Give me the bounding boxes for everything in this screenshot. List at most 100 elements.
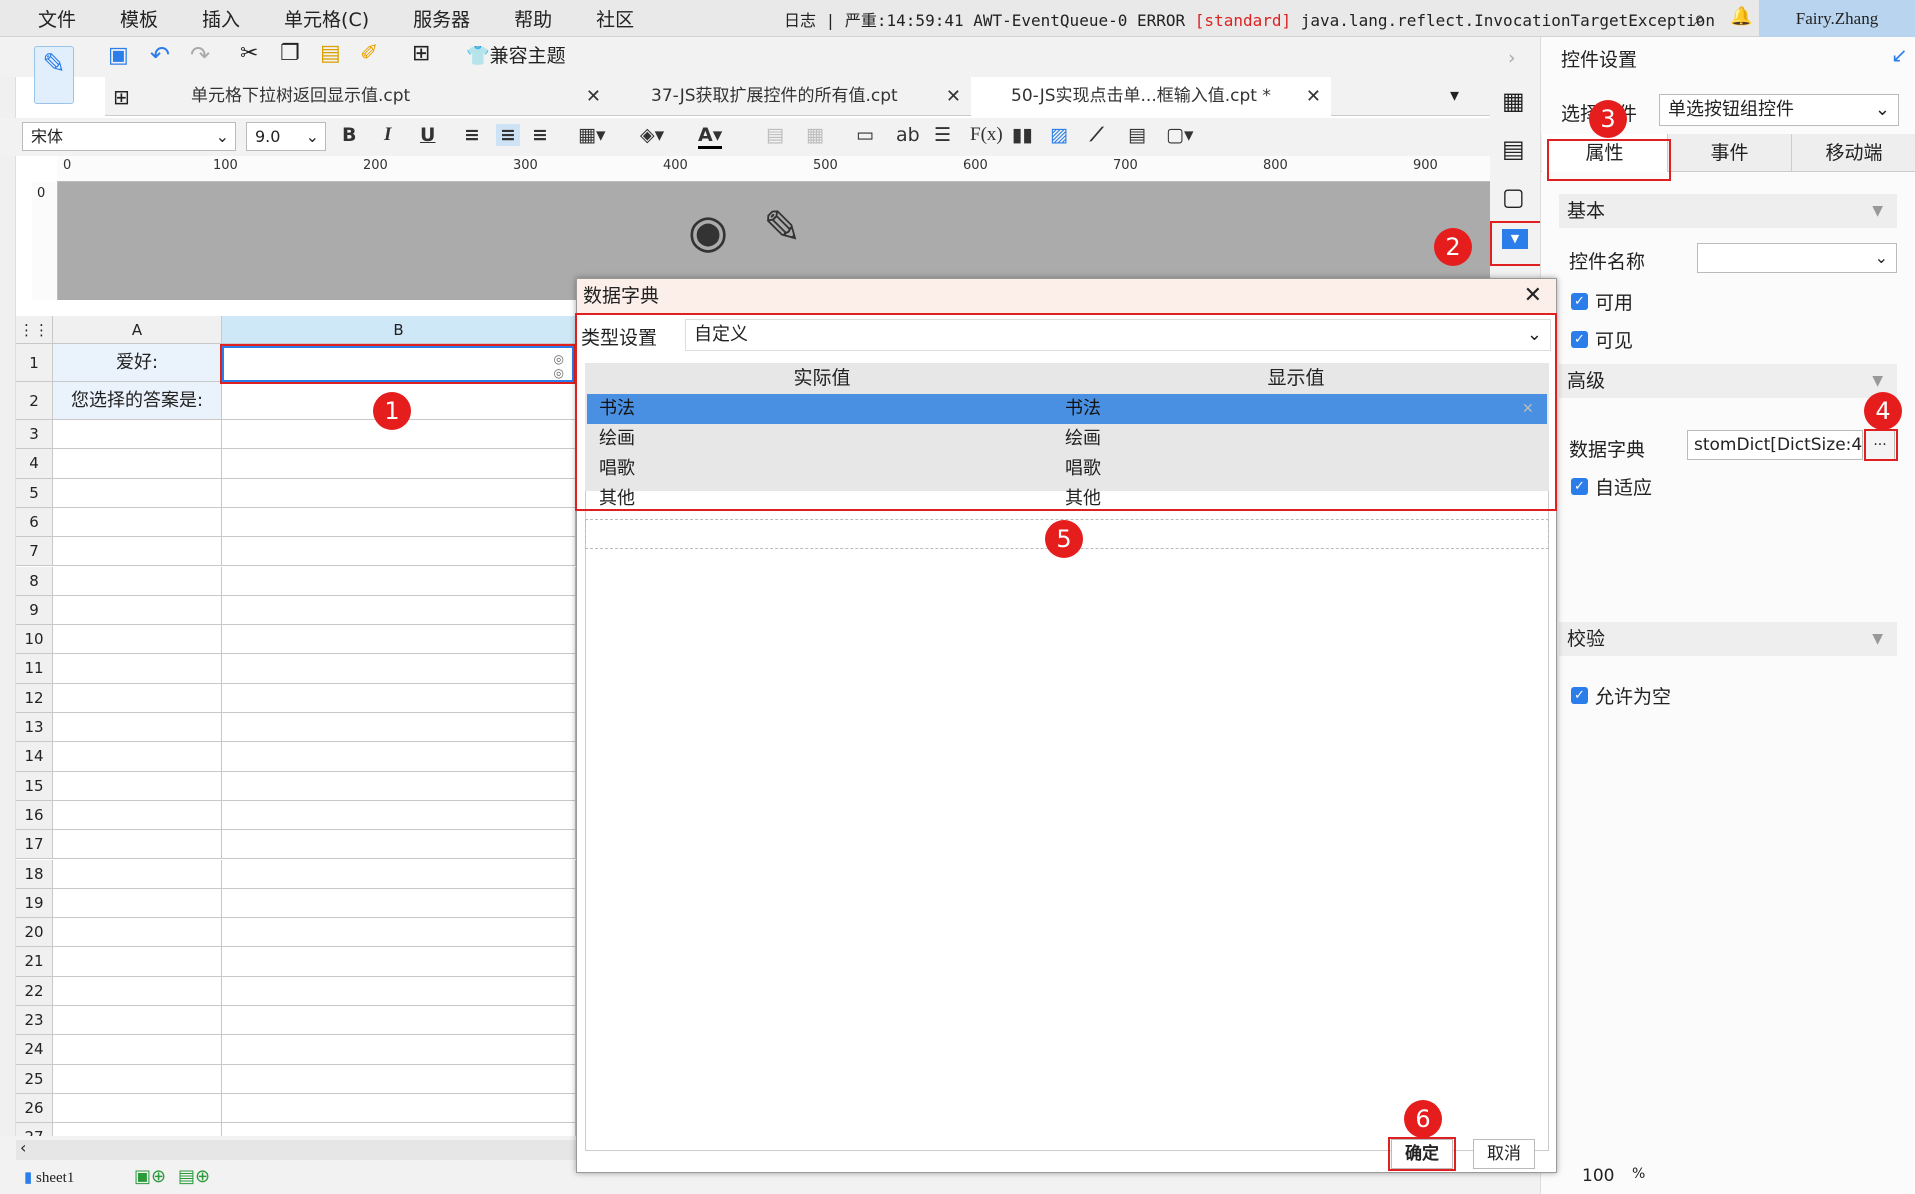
fill-color-icon[interactable]: ◈▾ — [640, 124, 664, 146]
section-advanced[interactable]: 高级 ▼ — [1559, 364, 1897, 398]
row-header[interactable]: 22 — [16, 976, 53, 1006]
grid-cell[interactable] — [53, 420, 222, 450]
grid-cell[interactable] — [222, 654, 576, 684]
grid-cell[interactable] — [53, 742, 222, 772]
menu-file[interactable]: 文件 — [38, 5, 76, 32]
grid-cell[interactable] — [53, 1006, 222, 1036]
col-header-b[interactable]: B — [222, 316, 576, 344]
row-header[interactable]: 11 — [16, 654, 53, 684]
save-icon[interactable]: ▣ — [108, 43, 129, 68]
row-header[interactable]: 9 — [16, 595, 53, 626]
allow-empty-checkbox[interactable]: ✓ 允许为空 — [1571, 682, 1671, 709]
bell-icon[interactable]: 🔔 — [1730, 6, 1752, 27]
close-icon[interactable]: ✕ — [586, 77, 601, 116]
grid-cell[interactable] — [222, 566, 576, 596]
merge-icon[interactable]: ▤ — [766, 124, 784, 146]
row-header[interactable]: 6 — [16, 507, 53, 538]
row-header[interactable]: 18 — [16, 859, 53, 889]
bold-button[interactable]: B — [342, 124, 356, 146]
widget-type-select[interactable]: 单选按钮组控件 ⌄ — [1659, 94, 1899, 126]
underline-button[interactable]: U — [420, 124, 435, 146]
row-header[interactable]: 8 — [16, 566, 53, 596]
horizontal-scrollbar[interactable]: ‹ — [16, 1138, 576, 1160]
menu-insert[interactable]: 插入 — [202, 5, 240, 32]
grid-cell[interactable] — [222, 507, 576, 538]
grid-cell[interactable] — [222, 771, 576, 801]
grid-cell[interactable] — [53, 947, 222, 977]
chevron-right-icon[interactable]: › — [1508, 47, 1516, 69]
grid-cell[interactable] — [53, 800, 222, 831]
grid-cell[interactable] — [222, 1093, 576, 1124]
row-header[interactable]: 16 — [16, 800, 53, 831]
cell-attr-icon[interactable]: ▦ — [1502, 87, 1525, 115]
user-name[interactable]: Fairy.Zhang — [1759, 0, 1915, 37]
grid-cell[interactable] — [53, 654, 222, 684]
tab-menu-icon[interactable]: ▾ — [1450, 85, 1459, 106]
close-icon[interactable]: ✕ — [1524, 279, 1542, 313]
undo-icon[interactable]: ↶ — [150, 41, 170, 69]
row-header[interactable]: 17 — [16, 830, 53, 860]
add-sheet-icon[interactable]: ▣⊕ — [134, 1166, 166, 1187]
menu-server[interactable]: 服务器 — [413, 5, 470, 32]
row-header[interactable]: 12 — [16, 683, 53, 713]
grid-icon[interactable]: ⊞ — [113, 85, 130, 109]
align-center-icon[interactable]: ≡ — [496, 124, 520, 146]
menu-help[interactable]: 帮助 — [514, 5, 552, 32]
row-header[interactable]: 7 — [16, 537, 53, 567]
menu-template[interactable]: 模板 — [120, 5, 158, 32]
ab-button[interactable]: ab — [896, 124, 920, 146]
cancel-button[interactable]: 取消 — [1473, 1139, 1535, 1169]
grid-cell[interactable] — [53, 859, 222, 889]
grid-cell[interactable] — [53, 1035, 222, 1065]
corner-icon[interactable]: ⋮⋮ — [16, 316, 53, 344]
grid-cell[interactable] — [222, 800, 576, 831]
grid-cell[interactable] — [53, 507, 222, 538]
grid-cell[interactable] — [222, 595, 576, 626]
grid-cell[interactable] — [222, 830, 576, 860]
grid-cell[interactable] — [53, 449, 222, 479]
grid-cell[interactable] — [53, 537, 222, 567]
grid-cell[interactable] — [222, 1064, 576, 1094]
grid-cell[interactable] — [222, 1006, 576, 1036]
log-message[interactable]: 日志 | 严重:14:59:41 AWT-EventQueue-0 ERROR … — [784, 7, 1715, 31]
data-dict-field[interactable]: stomDict[DictSize:4] — [1687, 430, 1863, 460]
chart-icon[interactable]: ▮▮ — [1012, 124, 1033, 146]
grid-cell[interactable] — [222, 888, 576, 919]
row-header[interactable]: 26 — [16, 1093, 53, 1124]
condition-icon[interactable]: ▤ — [1502, 135, 1525, 163]
pencil-icon[interactable]: ✎ — [763, 200, 802, 254]
grid-cell[interactable] — [222, 859, 576, 889]
italic-button[interactable]: I — [384, 124, 391, 146]
redo-icon[interactable]: ↷ — [190, 41, 210, 69]
cell-a2[interactable]: 您选择的答案是: — [53, 382, 222, 420]
border-icon[interactable]: ▦▾ — [578, 124, 606, 146]
row-header[interactable]: 10 — [16, 625, 53, 655]
size-select[interactable]: 9.0 ⌄ — [246, 122, 326, 151]
grid-cell[interactable] — [53, 976, 222, 1006]
visible-checkbox[interactable]: ✓ 可见 — [1571, 326, 1633, 353]
row-header[interactable]: 4 — [16, 449, 53, 479]
row-header[interactable]: 1 — [16, 344, 53, 382]
add-poly-sheet-icon[interactable]: ▤⊕ — [178, 1166, 210, 1187]
tab-events[interactable]: 事件 — [1667, 134, 1791, 172]
section-validate[interactable]: 校验 ▼ — [1559, 622, 1897, 656]
tab-file-2[interactable]: 37-JS获取扩展控件的所有值.cpt ✕ — [611, 77, 971, 116]
cut-icon[interactable]: ✂ — [240, 41, 258, 66]
grid-cell[interactable] — [53, 566, 222, 596]
text-align-icon[interactable]: ☰ — [934, 124, 951, 146]
row-header[interactable]: 24 — [16, 1035, 53, 1065]
text-field-icon[interactable]: ▭ — [856, 124, 874, 146]
row-header[interactable]: 13 — [16, 713, 53, 743]
section-basic[interactable]: 基本 ▼ — [1559, 194, 1897, 228]
menu-community[interactable]: 社区 — [596, 5, 634, 32]
grid-cell[interactable] — [53, 713, 222, 743]
row-header[interactable]: 21 — [16, 947, 53, 977]
row-header[interactable]: 2 — [16, 382, 53, 420]
sheet-tab[interactable]: ▮ sheet1 — [24, 1168, 74, 1187]
row-header[interactable]: 3 — [16, 420, 53, 450]
grid-cell[interactable] — [222, 1035, 576, 1065]
template-preview-icon[interactable]: ⊞ — [412, 41, 430, 66]
search-icon[interactable]: ⌕ — [1694, 6, 1705, 30]
compat-theme-button[interactable]: 👕兼容主题 — [466, 41, 566, 68]
grid-cell[interactable] — [53, 771, 222, 801]
